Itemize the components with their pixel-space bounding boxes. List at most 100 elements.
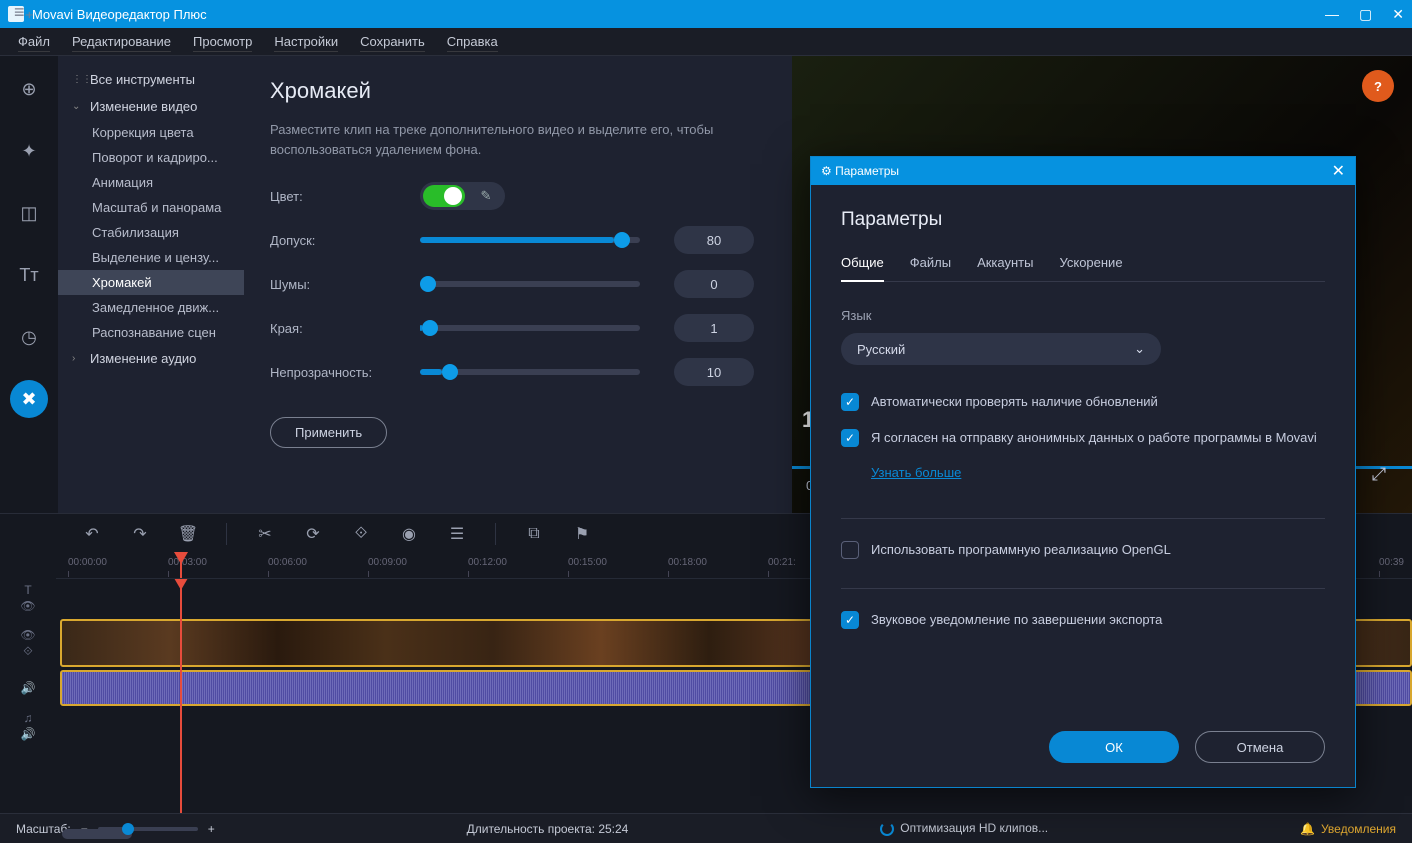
adjust-icon[interactable]: ☰ — [443, 520, 471, 548]
redo-icon[interactable]: ↷ — [126, 520, 154, 548]
playhead[interactable] — [180, 553, 182, 578]
link-icon[interactable]: ⟐ — [23, 644, 32, 659]
cut-icon[interactable]: ✂ — [251, 520, 279, 548]
menu-view[interactable]: Просмотр — [193, 34, 252, 49]
filters-icon[interactable]: ✦ — [10, 132, 48, 170]
group-all-tools[interactable]: ⋮⋮Все инструменты — [58, 66, 244, 93]
ruler-tick: 00:18:00 — [668, 557, 707, 568]
delete-icon[interactable]: 🗑 — [174, 520, 202, 548]
menu-settings[interactable]: Настройки — [274, 34, 338, 49]
noise-label: Шумы: — [270, 277, 420, 292]
dialog-close-icon[interactable]: ✕ — [1332, 161, 1345, 181]
tool-list: ⋮⋮Все инструменты ⌄Изменение видео Корре… — [58, 56, 244, 513]
ruler-tick: 00:06:00 — [268, 557, 307, 568]
ruler-tick: 00:15:00 — [568, 557, 607, 568]
tab-general[interactable]: Общие — [841, 255, 884, 282]
item-highlight-censor[interactable]: Выделение и цензу... — [58, 245, 244, 270]
menu-file[interactable]: Файл — [18, 34, 50, 49]
cancel-button[interactable]: Отмена — [1195, 731, 1325, 763]
apply-button[interactable]: Применить — [270, 417, 387, 448]
menu-help[interactable]: Справка — [447, 34, 498, 49]
playhead-line[interactable] — [180, 579, 182, 813]
learn-more-link[interactable]: Узнать больше — [871, 465, 1325, 480]
maximize-button[interactable]: ▢ — [1359, 6, 1372, 23]
item-animation[interactable]: Анимация — [58, 170, 244, 195]
color-label: Цвет: — [270, 189, 420, 204]
close-button[interactable]: ✕ — [1392, 6, 1404, 23]
stickers-icon[interactable]: ◷ — [10, 318, 48, 356]
checkbox-opengl-label: Использовать программную реализацию Open… — [871, 541, 1171, 559]
chevron-down-icon: ⌄ — [1134, 341, 1145, 357]
track-head-audio[interactable]: ♫🔊 — [0, 707, 56, 745]
tolerance-value[interactable]: 80 — [674, 226, 754, 254]
menu-save[interactable]: Сохранить — [360, 34, 425, 49]
color-icon[interactable]: ◉ — [395, 520, 423, 548]
group-video-edit[interactable]: ⌄Изменение видео — [58, 93, 244, 120]
notifications-button[interactable]: 🔔Уведомления — [1300, 822, 1396, 836]
checkbox-updates-label: Автоматически проверять наличие обновлен… — [871, 393, 1158, 411]
edges-value[interactable]: 1 — [674, 314, 754, 342]
titlebar: Movavi Видеоредактор Плюс ― ▢ ✕ — [0, 0, 1412, 28]
noise-value[interactable]: 0 — [674, 270, 754, 298]
ruler-tick: 00:00:00 — [68, 557, 107, 568]
popout-icon[interactable]: ⤢ — [1364, 459, 1394, 489]
app-title: Movavi Видеоредактор Плюс — [32, 7, 207, 22]
speaker-icon[interactable]: 🔊 — [21, 727, 36, 741]
marker-icon[interactable]: ⚑ — [568, 520, 596, 548]
more-tools-icon[interactable]: ✖ — [10, 380, 48, 418]
eye-icon[interactable]: 👁 — [20, 628, 35, 642]
item-rotate-crop[interactable]: Поворот и кадриро... — [58, 145, 244, 170]
statusbar: Масштаб: − + Длительность проекта: 25:24… — [0, 813, 1412, 843]
undo-icon[interactable]: ↶ — [78, 520, 106, 548]
minimize-button[interactable]: ― — [1325, 6, 1339, 22]
item-stabilization[interactable]: Стабилизация — [58, 220, 244, 245]
titles-icon[interactable]: Tᴛ — [10, 256, 48, 294]
zoom-in-icon[interactable]: + — [208, 822, 215, 836]
track-head-text[interactable]: T👁 — [0, 579, 56, 617]
transitions-icon[interactable]: ◫ — [10, 194, 48, 232]
add-track-icon[interactable]: ≡₊ — [14, 2, 34, 23]
opacity-slider[interactable] — [420, 369, 640, 375]
item-zoom-pan[interactable]: Масштаб и панорама — [58, 195, 244, 220]
group-audio-edit[interactable]: ›Изменение аудио — [58, 345, 244, 372]
item-chroma-key[interactable]: Хромакей — [58, 270, 244, 295]
rotate-icon[interactable]: ⟳ — [299, 520, 327, 548]
crop-icon[interactable]: ⟐ — [347, 520, 375, 548]
checkbox-sound-notify-label: Звуковое уведомление по завершении экспо… — [871, 611, 1162, 629]
dialog-titlebar[interactable]: ⚙ Параметры ✕ — [811, 157, 1355, 185]
tab-accounts[interactable]: Аккаунты — [977, 255, 1033, 281]
ruler-tick: 00:03:00 — [168, 557, 207, 568]
color-toggle[interactable] — [423, 185, 465, 207]
edges-slider[interactable] — [420, 325, 640, 331]
checkbox-opengl[interactable] — [841, 541, 859, 559]
eye-icon[interactable]: 👁 — [20, 599, 35, 613]
opacity-value[interactable]: 10 — [674, 358, 754, 386]
tolerance-slider[interactable] — [420, 237, 640, 243]
dialog-heading: Параметры — [841, 209, 1325, 231]
noise-slider[interactable] — [420, 281, 640, 287]
settings-icon: ⚙ — [821, 164, 835, 178]
tab-acceleration[interactable]: Ускорение — [1059, 255, 1122, 281]
checkbox-updates[interactable]: ✓ — [841, 393, 859, 411]
track-head-linked-audio[interactable]: 🔊 — [0, 669, 56, 707]
checkbox-sound-notify[interactable]: ✓ — [841, 611, 859, 629]
speaker-icon[interactable]: 🔊 — [21, 681, 36, 695]
checkbox-anonymous-data-label: Я согласен на отправку анонимных данных … — [871, 429, 1317, 447]
item-scene-detection[interactable]: Распознавание сцен — [58, 320, 244, 345]
tab-files[interactable]: Файлы — [910, 255, 951, 281]
divider — [841, 518, 1325, 519]
add-media-icon[interactable]: ⊕ — [10, 70, 48, 108]
item-slow-motion[interactable]: Замедленное движ... — [58, 295, 244, 320]
track-head-video[interactable]: 👁⟐ — [0, 617, 56, 669]
zoom-slider[interactable] — [98, 827, 198, 831]
menu-edit[interactable]: Редактирование — [72, 34, 171, 49]
help-icon[interactable]: ? — [1362, 70, 1394, 102]
checkbox-anonymous-data[interactable]: ✓ — [841, 429, 859, 447]
record-icon[interactable]: ⧉ — [520, 520, 548, 548]
eyedropper-icon[interactable]: ✎ — [475, 185, 497, 207]
chroma-panel: Хромакей Разместите клип на треке дополн… — [244, 56, 792, 513]
ruler-tick: 00:21: — [768, 557, 796, 568]
language-select[interactable]: Русский ⌄ — [841, 333, 1161, 365]
item-color-correction[interactable]: Коррекция цвета — [58, 120, 244, 145]
ok-button[interactable]: ОК — [1049, 731, 1179, 763]
